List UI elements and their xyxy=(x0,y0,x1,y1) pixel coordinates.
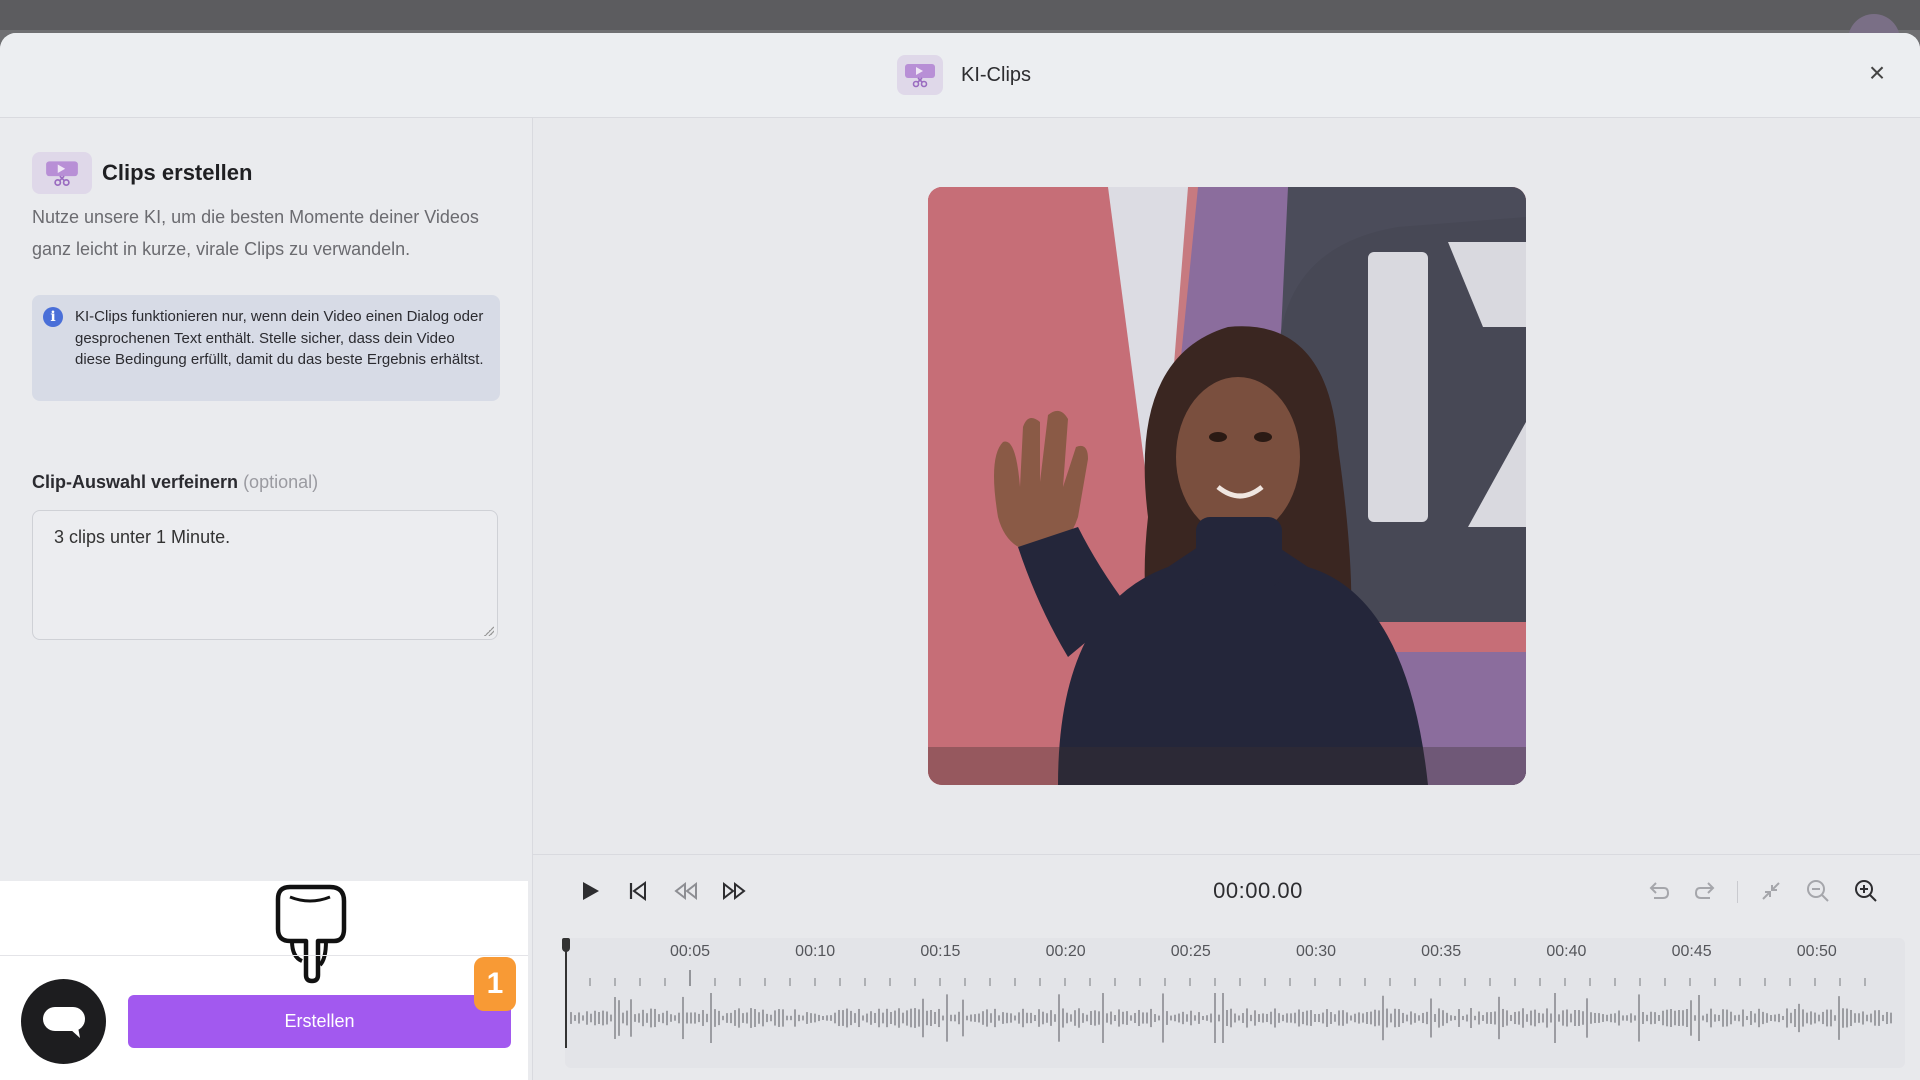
timeline-tick-label: 00:20 xyxy=(1045,943,1086,960)
timeline-tick-label: 00:50 xyxy=(1796,943,1837,960)
playhead-handle[interactable] xyxy=(562,938,570,952)
refine-label-text: Clip-Auswahl verfeinern xyxy=(32,472,239,492)
timeline-tick-label: 00:35 xyxy=(1421,943,1462,960)
refine-textarea-value: 3 clips unter 1 Minute. xyxy=(54,527,231,547)
audio-waveform xyxy=(570,993,1892,1043)
modal-header: KI-Clips × xyxy=(0,33,1920,118)
section-header: Clips erstellen xyxy=(32,152,252,194)
video-frame-image xyxy=(928,187,1526,785)
timeline-ruler xyxy=(589,970,1866,986)
chat-bubble-icon[interactable] xyxy=(21,979,106,1064)
modal-title-group: KI-Clips xyxy=(897,55,1031,95)
player-divider xyxy=(533,854,1920,855)
zoom-in-icon[interactable] xyxy=(1851,876,1881,906)
preview-panel: 00:00.00 00:05 00:10 00:15 00:20 00:25 00:30 0… xyxy=(533,118,1920,1080)
create-button[interactable]: Erstellen xyxy=(128,995,511,1048)
current-timecode: 00:00.00 xyxy=(1213,878,1303,903)
timeline[interactable]: 00:05 00:10 00:15 00:20 00:25 00:30 00:35 00:40… xyxy=(562,938,1905,1068)
refine-label: Clip-Auswahl verfeinern (optional) xyxy=(32,472,318,493)
play-icon[interactable] xyxy=(575,876,605,906)
section-title: Clips erstellen xyxy=(102,160,253,185)
refine-optional-hint: (optional) xyxy=(243,472,319,492)
timeline-tick-label: 00:40 xyxy=(1546,943,1587,960)
timeline-tick-label: 00:30 xyxy=(1295,943,1337,960)
timeline-tick-label: 00:45 xyxy=(1671,943,1712,960)
collapse-icon[interactable] xyxy=(1756,876,1786,906)
fast-forward-icon[interactable] xyxy=(719,876,749,906)
toolbar-separator xyxy=(1737,881,1738,903)
skip-to-start-icon[interactable] xyxy=(623,876,653,906)
pointing-hand-icon xyxy=(275,884,347,984)
timeline-tick-label: 00:05 xyxy=(669,943,711,960)
rewind-icon[interactable] xyxy=(671,876,701,906)
video-preview[interactable] xyxy=(928,187,1526,785)
timeline-tick-label: 00:10 xyxy=(795,943,836,960)
timeline-tick-label: 00:15 xyxy=(920,943,961,960)
refine-textarea[interactable]: 3 clips unter 1 Minute. xyxy=(32,510,498,640)
background-app-topbar xyxy=(0,0,1920,30)
close-icon[interactable]: × xyxy=(1864,59,1890,87)
ai-clips-icon xyxy=(897,55,943,95)
undo-icon[interactable] xyxy=(1643,876,1673,906)
timeline-tick-label: 00:25 xyxy=(1170,943,1211,960)
section-description: Nutze unsere KI, um die besten Momente d… xyxy=(32,207,479,259)
ai-clips-icon xyxy=(32,152,92,194)
resize-handle-icon[interactable] xyxy=(484,626,494,636)
step-badge: 1 xyxy=(474,957,516,1011)
info-callout: i KI-Clips funktionieren nur, wenn dein … xyxy=(32,295,500,401)
zoom-out-icon[interactable] xyxy=(1803,876,1833,906)
redo-icon[interactable] xyxy=(1691,876,1721,906)
create-action-area: Erstellen 1 xyxy=(0,881,528,1080)
playhead[interactable] xyxy=(562,938,570,1048)
modal-title: KI-Clips xyxy=(961,63,1032,86)
info-icon: i xyxy=(43,307,63,327)
cta-divider xyxy=(0,955,528,956)
info-text: KI-Clips funktionieren nur, wenn dein Vi… xyxy=(75,308,484,368)
